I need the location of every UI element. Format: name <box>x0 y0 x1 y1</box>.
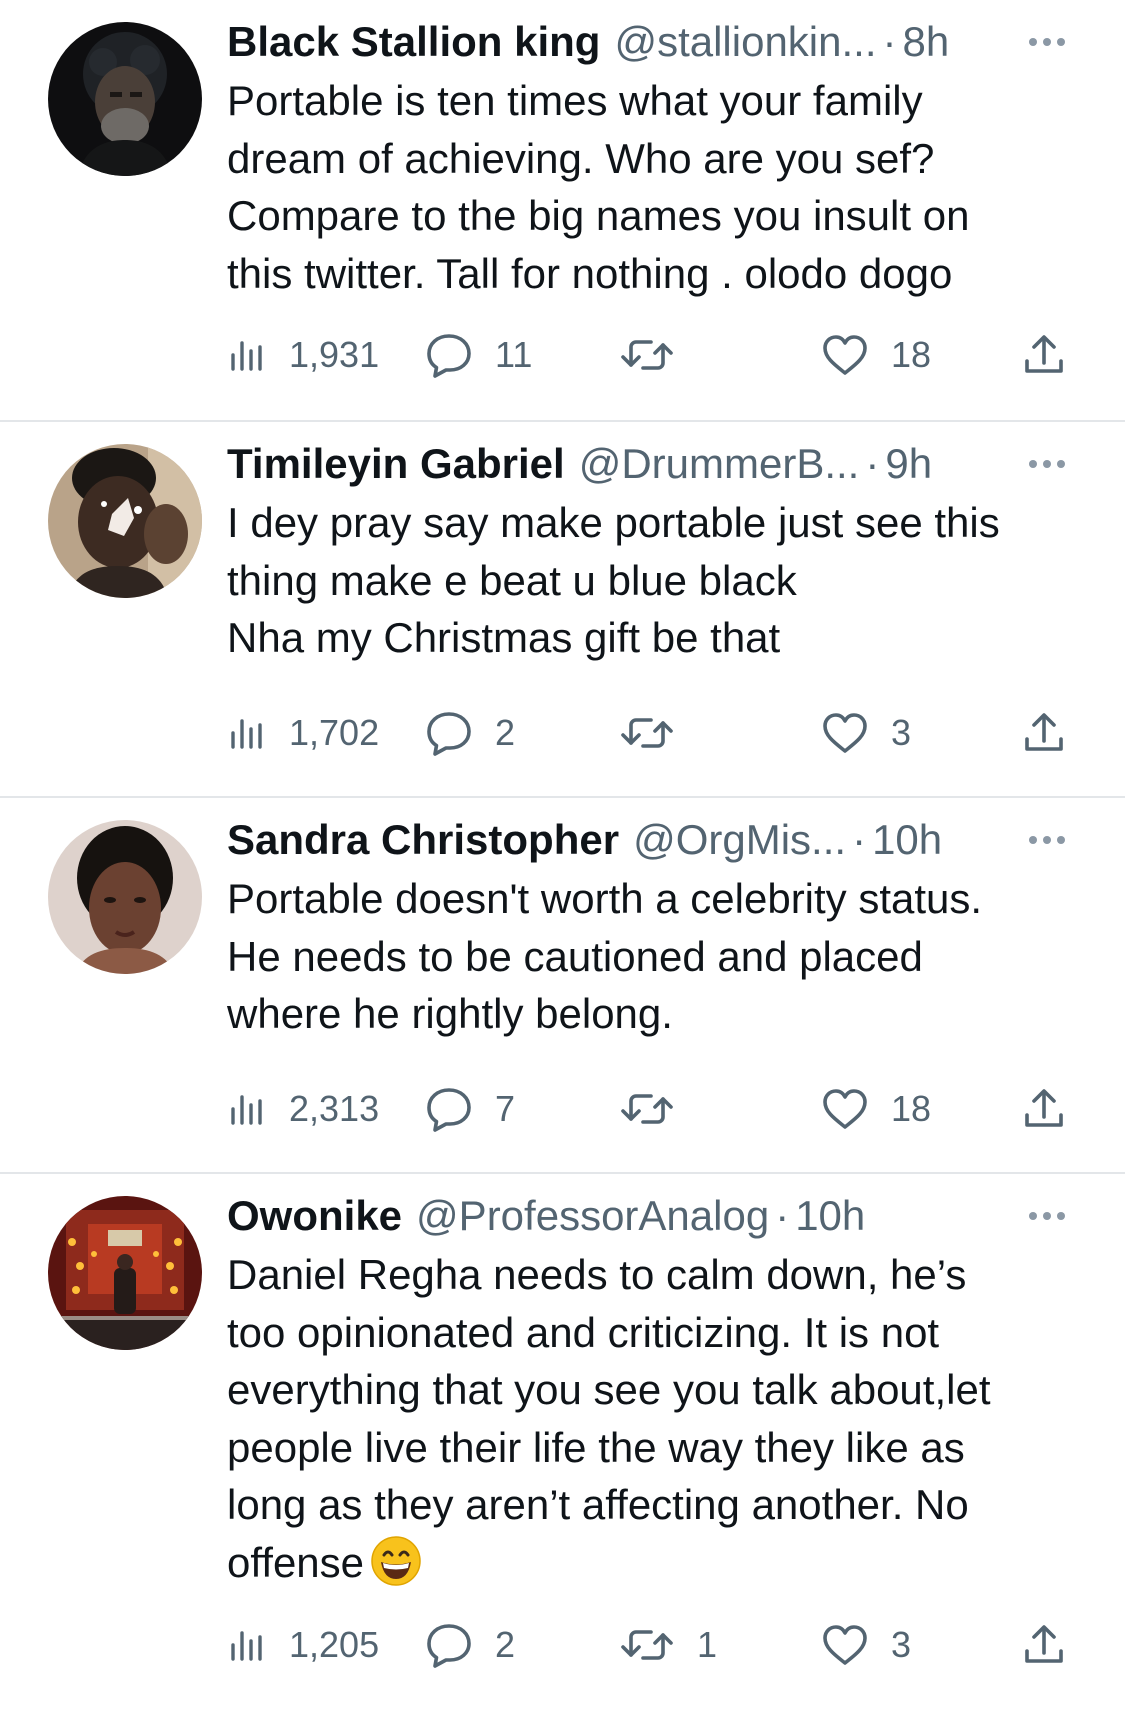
separator-dot: · <box>882 18 897 65</box>
action-bar: 1,931 11 18 <box>227 325 1087 385</box>
views-button[interactable]: 1,931 <box>227 325 379 385</box>
heart-icon <box>821 1623 869 1667</box>
speech-bubble-icon <box>425 331 473 379</box>
reply-button[interactable]: 11 <box>425 325 532 385</box>
views-button[interactable]: 2,313 <box>227 1079 379 1139</box>
author-handle[interactable]: @OrgMis... <box>633 810 846 870</box>
views-count: 1,702 <box>289 712 380 753</box>
tweet-text-content: Daniel Regha needs to calm down, he’s to… <box>227 1251 991 1586</box>
more-options-icon[interactable] <box>1025 452 1069 476</box>
heart-icon <box>821 333 869 377</box>
heart-icon <box>821 711 869 755</box>
timestamp[interactable]: 9h <box>885 434 932 494</box>
like-count: 18 <box>891 1088 932 1129</box>
reply-count: 2 <box>495 712 516 753</box>
tweet-header: Black Stallion king @stallionkin... · 8h <box>227 12 1065 72</box>
avatar[interactable] <box>48 444 202 598</box>
more-options-icon[interactable] <box>1025 1204 1069 1228</box>
tweet-header: Timileyin Gabriel @DrummerB... · 9h <box>227 434 1065 494</box>
views-count: 1,205 <box>289 1624 380 1665</box>
separator-dot: · <box>775 1192 790 1239</box>
retweet-arrows-icon <box>619 1625 675 1665</box>
author-handle[interactable]: @stallionkin... <box>614 12 876 72</box>
author-handle[interactable]: @ProfessorAnalog <box>416 1186 769 1246</box>
retweet-button[interactable] <box>619 703 697 763</box>
tweet-text: I dey pray say make portable just see th… <box>227 499 1000 661</box>
grinning-face-emoji-icon <box>371 1535 421 1586</box>
author-name[interactable]: Timileyin Gabriel <box>227 434 565 494</box>
reply-count: 2 <box>495 1624 516 1665</box>
upload-arrow-icon <box>1022 711 1066 755</box>
like-button[interactable]: 3 <box>821 703 911 763</box>
like-count: 18 <box>891 334 932 375</box>
retweet-arrows-icon <box>619 335 675 375</box>
avatar[interactable] <box>48 1196 202 1350</box>
speech-bubble-icon <box>425 709 473 757</box>
bar-chart-icon <box>227 713 267 753</box>
like-button[interactable]: 18 <box>821 1079 931 1139</box>
retweet-button[interactable]: 1 <box>619 1615 717 1675</box>
retweet-arrows-icon <box>619 1089 675 1129</box>
upload-arrow-icon <box>1022 1087 1066 1131</box>
tweet[interactable]: Timileyin Gabriel @DrummerB... · 9h I de… <box>0 422 1125 798</box>
retweet-button[interactable] <box>619 1079 697 1139</box>
retweet-count: 1 <box>697 1624 718 1665</box>
share-button[interactable] <box>1022 1079 1066 1139</box>
tweet[interactable]: Owonike @ProfessorAnalog · 10h Daniel Re… <box>0 1174 1125 1712</box>
author-name[interactable]: Black Stallion king <box>227 12 600 72</box>
speech-bubble-icon <box>425 1085 473 1133</box>
avatar[interactable] <box>48 22 202 176</box>
action-bar: 2,313 7 18 <box>227 1079 1087 1139</box>
tweet-header: Owonike @ProfessorAnalog · 10h <box>227 1186 1065 1246</box>
bar-chart-icon <box>227 1625 267 1665</box>
timestamp[interactable]: 8h <box>903 12 950 72</box>
tweet-text: Portable doesn't worth a celebrity statu… <box>227 875 983 1037</box>
separator-dot: · <box>865 440 880 487</box>
like-count: 3 <box>891 1624 912 1665</box>
more-options-icon[interactable] <box>1025 828 1069 852</box>
avatar[interactable] <box>48 820 202 974</box>
tweet-header: Sandra Christopher @OrgMis... · 10h <box>227 810 1065 870</box>
timestamp[interactable]: 10h <box>872 810 942 870</box>
share-button[interactable] <box>1022 703 1066 763</box>
action-bar: 1,702 2 3 <box>227 703 1087 763</box>
tweet[interactable]: Black Stallion king @stallionkin... · 8h… <box>0 0 1125 422</box>
share-button[interactable] <box>1022 325 1066 385</box>
views-count: 2,313 <box>289 1088 380 1129</box>
views-button[interactable]: 1,205 <box>227 1615 379 1675</box>
tweet-text: Portable is ten times what your family d… <box>227 77 970 297</box>
timestamp[interactable]: 10h <box>795 1186 865 1246</box>
upload-arrow-icon <box>1022 1623 1066 1667</box>
reply-button[interactable]: 7 <box>425 1079 515 1139</box>
author-handle[interactable]: @DrummerB... <box>579 434 860 494</box>
tweet[interactable]: Sandra Christopher @OrgMis... · 10h Port… <box>0 798 1125 1174</box>
retweet-arrows-icon <box>619 713 675 753</box>
reply-count: 11 <box>495 334 533 375</box>
upload-arrow-icon <box>1022 333 1066 377</box>
tweet-text: Daniel Regha needs to calm down, he’s to… <box>227 1246 1097 1591</box>
speech-bubble-icon <box>425 1621 473 1669</box>
action-bar: 1,205 2 1 3 <box>227 1615 1087 1675</box>
views-count: 1,931 <box>289 334 380 375</box>
reply-button[interactable]: 2 <box>425 1615 515 1675</box>
bar-chart-icon <box>227 335 267 375</box>
like-button[interactable]: 18 <box>821 325 931 385</box>
reply-count: 7 <box>495 1088 516 1129</box>
views-button[interactable]: 1,702 <box>227 703 379 763</box>
author-name[interactable]: Owonike <box>227 1186 402 1246</box>
retweet-button[interactable] <box>619 325 697 385</box>
separator-dot: · <box>852 816 867 863</box>
share-button[interactable] <box>1022 1615 1066 1675</box>
like-count: 3 <box>891 712 912 753</box>
author-name[interactable]: Sandra Christopher <box>227 810 619 870</box>
reply-feed: Black Stallion king @stallionkin... · 8h… <box>0 0 1125 1712</box>
bar-chart-icon <box>227 1089 267 1129</box>
reply-button[interactable]: 2 <box>425 703 515 763</box>
like-button[interactable]: 3 <box>821 1615 911 1675</box>
more-options-icon[interactable] <box>1025 30 1069 54</box>
heart-icon <box>821 1087 869 1131</box>
